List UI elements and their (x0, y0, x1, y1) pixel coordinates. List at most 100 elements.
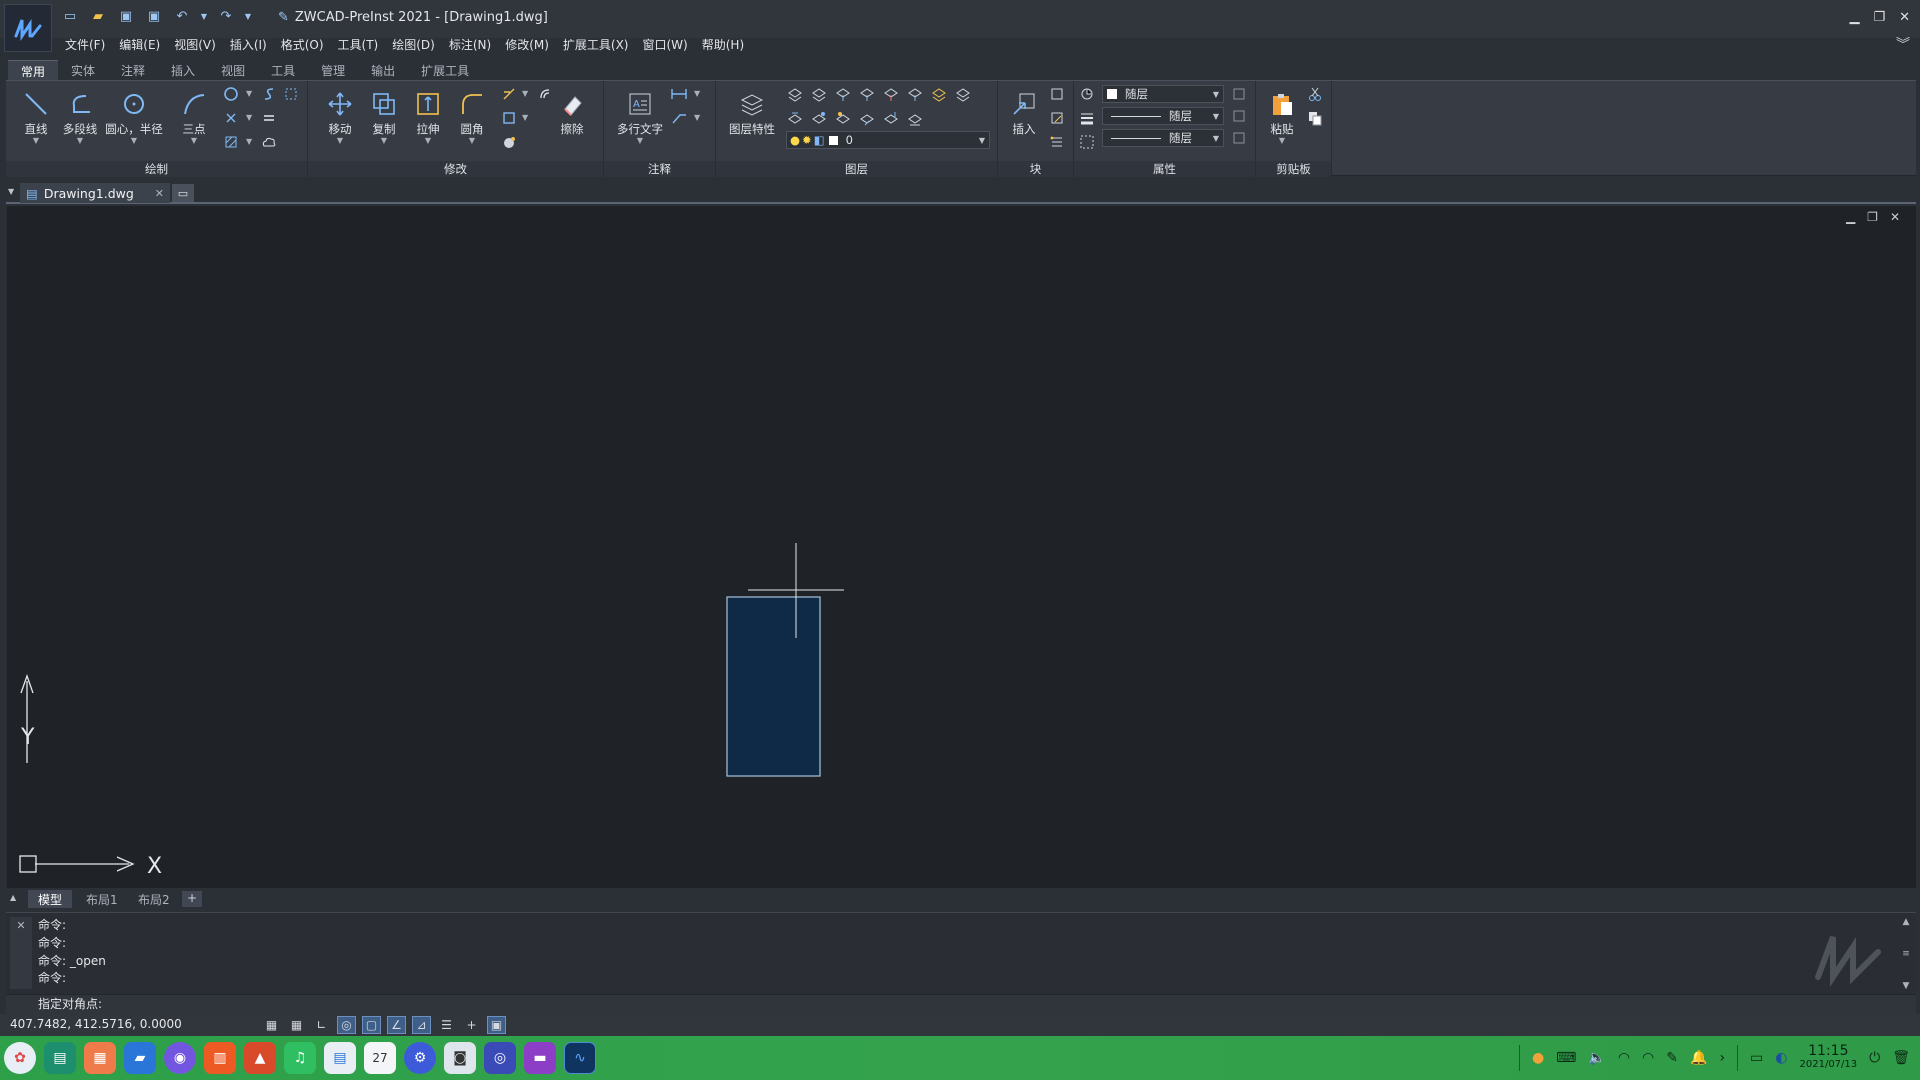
layer-tool-icon-7[interactable] (930, 85, 948, 103)
command-scrollbar[interactable]: ▲ ≡ ▼ (1900, 917, 1912, 991)
music-icon[interactable]: ♫ (284, 1042, 316, 1074)
menu-insert[interactable]: 插入(I) (223, 34, 274, 54)
lineweight-select[interactable]: 随层 ▼ (1102, 129, 1224, 147)
wifi-icon[interactable]: ◠ (1642, 1050, 1654, 1066)
layer-tool-icon-6[interactable] (906, 85, 924, 103)
save-icon[interactable]: ▣ (116, 6, 136, 26)
leader-dropdown-icon[interactable]: ▼ (694, 113, 700, 122)
spline-icon[interactable] (260, 85, 278, 103)
menu-window[interactable]: 窗口(W) (636, 34, 695, 54)
mtext-button[interactable]: A 多行文字 ▼ (617, 87, 663, 145)
polyline-button[interactable]: 多段线 ▼ (58, 87, 102, 145)
ellipse-icon[interactable] (222, 85, 240, 103)
command-input[interactable]: 指定对角点: (6, 994, 1916, 1014)
scroll-grip-icon[interactable]: ≡ (1902, 949, 1910, 959)
close-icon[interactable]: ✕ (1899, 10, 1910, 25)
selection-cycling-icon[interactable]: ▣ (487, 1016, 506, 1034)
trash-icon[interactable]: 🗑 (1892, 1050, 1910, 1066)
menu-extensions[interactable]: 扩展工具(X) (556, 34, 636, 54)
qat-customize-icon[interactable]: ▼ (244, 6, 252, 26)
block-attributes-icon[interactable] (1048, 133, 1066, 151)
transparency-icon[interactable] (1078, 133, 1096, 151)
rectangle-array-icon[interactable] (500, 109, 518, 127)
lineweight-display-icon[interactable]: ☰ (437, 1016, 456, 1034)
desktop-icon[interactable]: ▭ (1750, 1050, 1763, 1066)
move-dropdown-icon[interactable]: ▼ (318, 137, 362, 145)
add-layout-button[interactable]: + (182, 891, 202, 907)
current-layer-select[interactable]: ● ✹ ◧ 0 ▼ (786, 131, 990, 149)
menu-view[interactable]: 视图(V) (167, 34, 223, 54)
video-player-icon[interactable]: ▬ (524, 1042, 556, 1074)
drawing-canvas[interactable]: ▁ ❐ ✕ Y X (6, 206, 1916, 888)
fillet-dropdown-icon[interactable]: ▼ (450, 137, 494, 145)
document-viewer-icon[interactable]: ▤ (324, 1042, 356, 1074)
arc-button[interactable]: 三点 ▼ (172, 87, 216, 145)
circle-button[interactable]: 圆心，半径 ▼ (105, 87, 163, 145)
tab-model[interactable]: 模型 (28, 890, 73, 908)
lineweight-icon[interactable] (1078, 109, 1096, 127)
polyline-dropdown-icon[interactable]: ▼ (58, 137, 102, 145)
calendar-icon[interactable]: 27 (364, 1042, 396, 1074)
document-close-icon[interactable]: ✕ (155, 187, 164, 200)
mtext-dropdown-icon[interactable]: ▼ (618, 137, 662, 145)
new-document-tab-button[interactable]: ▭ (172, 184, 194, 202)
layer-tool-icon-10[interactable] (810, 109, 828, 127)
region-icon[interactable] (282, 85, 300, 103)
copy-clip-icon[interactable] (1306, 109, 1324, 127)
command-line-close-icon[interactable]: ✕ (10, 917, 32, 989)
layer-tool-icon-8[interactable] (954, 85, 972, 103)
tab-output[interactable]: 输出 (358, 60, 408, 80)
array-dropdown-icon[interactable]: ▼ (522, 113, 528, 122)
lineweight-more-icon[interactable] (1230, 129, 1248, 147)
menu-modify[interactable]: 修改(M) (498, 34, 556, 54)
menu-edit[interactable]: 编辑(E) (112, 34, 167, 54)
menu-draw[interactable]: 绘图(D) (385, 34, 442, 54)
restore-icon[interactable]: ❐ (1873, 10, 1885, 25)
app-store-grid-icon[interactable]: ▦ (84, 1042, 116, 1074)
launcher-icon[interactable]: ✿ (4, 1042, 36, 1074)
ellipse-dropdown-icon[interactable]: ▼ (246, 89, 252, 98)
layer-tool-icon-3[interactable] (834, 85, 852, 103)
scroll-down-icon[interactable]: ▼ (1903, 981, 1910, 991)
volume-icon[interactable]: 🔈 (1588, 1050, 1605, 1066)
polar-tracking-icon[interactable]: ◎ (337, 1016, 356, 1034)
tab-tools[interactable]: 工具 (258, 60, 308, 80)
tab-extensions[interactable]: 扩展工具 (408, 60, 482, 80)
point-icon[interactable] (222, 109, 240, 127)
layer-tool-icon-1[interactable] (786, 85, 804, 103)
menu-tools[interactable]: 工具(T) (331, 34, 386, 54)
trim-dropdown-icon[interactable]: ▼ (522, 89, 528, 98)
network-icon[interactable]: ◠ (1618, 1050, 1630, 1066)
cut-icon[interactable] (1306, 85, 1324, 103)
insert-block-button[interactable]: 插入 (1002, 87, 1046, 137)
power-icon[interactable]: ⏻ (1869, 1050, 1880, 1066)
dynamic-input-icon[interactable]: + (462, 1016, 481, 1034)
leader-icon[interactable] (670, 109, 688, 127)
edit-block-icon[interactable] (1048, 109, 1066, 127)
layer-tool-icon-12[interactable] (858, 109, 876, 127)
globe-icon[interactable]: ◐ (1775, 1050, 1787, 1066)
linetype-more-icon[interactable] (1230, 107, 1248, 125)
zwcad-taskbar-icon[interactable]: ∿ (564, 1042, 596, 1074)
dimension-icon[interactable] (670, 85, 688, 103)
revcloud-icon[interactable] (260, 109, 278, 127)
layer-tool-icon-13[interactable] (882, 109, 900, 127)
tab-view[interactable]: 视图 (208, 60, 258, 80)
create-block-icon[interactable] (1048, 85, 1066, 103)
app-store-icon[interactable]: ▥ (204, 1042, 236, 1074)
linetype-select[interactable]: 随层 ▼ (1102, 107, 1224, 125)
tab-layout2[interactable]: 布局2 (128, 890, 180, 908)
hatch-dropdown-icon[interactable]: ▼ (246, 137, 252, 146)
open-folder-icon[interactable]: ▰ (88, 6, 108, 26)
tray-expand-icon[interactable]: › (1719, 1050, 1725, 1066)
trim-icon[interactable] (500, 85, 518, 103)
line-dropdown-icon[interactable]: ▼ (14, 137, 58, 145)
color-more-icon[interactable] (1230, 85, 1248, 103)
collapse-ribbon-icon[interactable]: ︾ (1896, 34, 1910, 54)
menu-dimension[interactable]: 标注(N) (442, 34, 498, 54)
snap-grid-icon[interactable]: ▦ (262, 1016, 281, 1034)
layer-tool-icon-11[interactable] (834, 109, 852, 127)
layer-properties-button[interactable]: 图层特性 (729, 87, 775, 137)
paste-button[interactable]: 粘贴 ▼ (1260, 87, 1304, 145)
settings-gear-icon[interactable]: ⚙ (404, 1042, 436, 1074)
